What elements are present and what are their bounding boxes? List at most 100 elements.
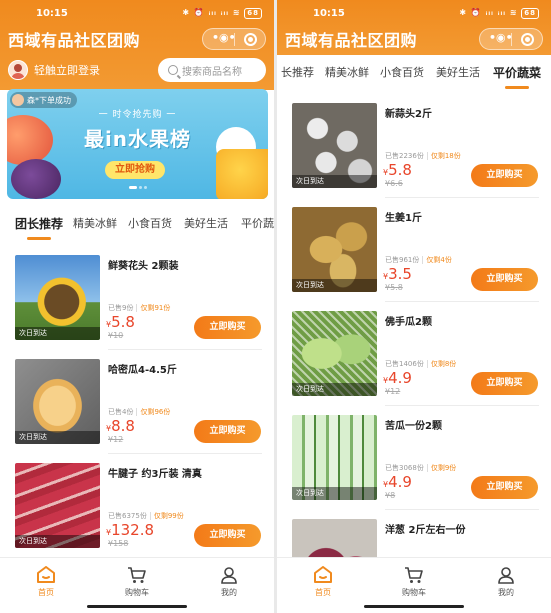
remaining-count: 仅剩4份	[422, 256, 452, 264]
close-miniprogram-icon[interactable]	[521, 33, 534, 46]
remaining-count: 仅剩8份	[426, 360, 457, 368]
original-price: ¥12	[108, 435, 124, 444]
original-price: ¥158	[108, 539, 129, 548]
product-item[interactable]: 次日到达 牛腱子 约3斤装 清真 已售6375份 仅剩99份 ¥132.8 ¥15…	[0, 454, 274, 558]
miniprogram-capsule[interactable]: •◉•	[202, 28, 266, 50]
buy-now-button[interactable]: 立即购买	[471, 372, 538, 395]
original-price: ¥6.6	[385, 179, 403, 188]
order-toast: 森*下单成功	[10, 92, 77, 108]
app-title: 西域有品社区团购	[8, 31, 141, 50]
battery-icon: 68	[244, 8, 262, 19]
more-menu-icon[interactable]: •◉•	[212, 31, 236, 44]
product-item[interactable]: 次日到达 佛手瓜2颗 已售1406份 仅剩8份 ¥4.9 ¥12 立即购买	[277, 302, 551, 406]
product-name: 生姜1斤	[385, 213, 422, 224]
delivery-badge: 次日到达	[292, 279, 377, 292]
sales-info: 已售3068份 仅剩9份	[385, 463, 457, 473]
more-menu-icon[interactable]: •◉•	[489, 31, 513, 44]
close-miniprogram-icon[interactable]	[244, 33, 257, 46]
nav-home[interactable]: 首页	[16, 566, 76, 598]
sales-info: 已售6375份 仅剩99份	[108, 511, 184, 521]
sold-count: 已售2236份	[385, 152, 424, 160]
user-icon	[498, 567, 514, 584]
app-title: 西域有品社区团购	[285, 31, 418, 50]
tab-vegetables[interactable]: 平价蔬菜	[493, 61, 541, 89]
avatar	[8, 60, 28, 80]
miniprogram-capsule[interactable]: •◉•	[479, 28, 543, 50]
remaining-count: 仅剩9份	[426, 464, 457, 472]
price: ¥5.8	[383, 161, 412, 179]
nav-cart[interactable]: 购物车	[107, 566, 167, 598]
buy-now-button[interactable]: 立即购买	[471, 164, 538, 187]
capsule-divider	[234, 33, 235, 46]
price: ¥8.8	[106, 417, 135, 435]
user-icon	[221, 567, 237, 584]
tab-recommended[interactable]: 团长推荐	[15, 212, 63, 240]
product-image[interactable]: 次日到达	[15, 359, 100, 444]
nav-cart[interactable]: 购物车	[384, 566, 444, 598]
tab-recommended[interactable]: 长推荐	[281, 61, 314, 89]
price-value: 5.8	[388, 161, 412, 179]
buy-now-button[interactable]: 立即购买	[471, 476, 538, 499]
product-name: 哈密瓜4-4.5斤	[108, 365, 177, 376]
home-icon	[37, 566, 55, 583]
price-value: 4.9	[388, 369, 412, 387]
nav-mine[interactable]: 我的	[476, 566, 536, 598]
product-item[interactable]: 次日到达 生姜1斤 已售961份 仅剩4份 ¥3.5 ¥5.8 立即购买	[277, 198, 551, 302]
product-image[interactable]: 次日到达	[292, 415, 377, 500]
buy-now-button[interactable]: 立即购买	[194, 524, 261, 547]
nav-home[interactable]: 首页	[293, 566, 353, 598]
tab-fresh[interactable]: 精美冰鲜	[73, 212, 117, 240]
product-image[interactable]: 次日到达	[292, 103, 377, 188]
original-price: ¥12	[385, 387, 401, 396]
header-bar: 10:15 ✱ ⏰ ᵢₗₗ ᵢₗₗ ≋ 68 西域有品社区团购 •◉•	[277, 0, 551, 55]
remaining-count: 仅剩96份	[136, 408, 171, 416]
nav-mine-label: 我的	[498, 588, 514, 597]
delivery-badge: 次日到达	[15, 535, 100, 548]
toast-avatar	[12, 94, 24, 106]
status-time: 10:15	[313, 8, 345, 19]
tab-vegetables[interactable]: 平价蔬	[241, 212, 274, 240]
promo-banner[interactable]: 森*下单成功 一 时令抢先购 一 最in水果榜 立即抢购	[7, 89, 268, 199]
header-bar: 10:15 ✱ ⏰ ᵢₗₗ ᵢₗₗ ≋ 68 西域有品社区团购 •◉• 轻触立即…	[0, 0, 274, 90]
status-bar: 10:15 ✱ ⏰ ᵢₗₗ ᵢₗₗ ≋ 68	[0, 6, 274, 22]
price-value: 4.9	[388, 473, 412, 491]
buy-now-button[interactable]: 立即购买	[194, 316, 261, 339]
buy-now-button[interactable]: 立即购买	[194, 420, 261, 443]
tab-snacks[interactable]: 小食百货	[128, 212, 172, 240]
product-image[interactable]: 次日到达	[292, 311, 377, 396]
tab-life[interactable]: 美好生活	[184, 212, 228, 240]
product-image[interactable]: 次日到达	[292, 207, 377, 292]
tab-fresh[interactable]: 精美冰鲜	[325, 61, 369, 89]
search-input[interactable]: 搜索商品名称	[158, 58, 266, 82]
product-image[interactable]: 次日到达	[15, 255, 100, 340]
remaining-count: 仅剩18份	[426, 152, 461, 160]
sold-count: 已售4份	[108, 408, 134, 416]
product-name: 鲜葵花头 2颗装	[108, 261, 179, 272]
status-time: 10:15	[36, 8, 68, 19]
product-item[interactable]: 次日到达 新蒜头2斤 已售2236份 仅剩18份 ¥5.8 ¥6.6 立即购买	[277, 94, 551, 198]
status-icons: ✱ ⏰ ᵢₗₗ ᵢₗₗ ≋ 68	[182, 8, 262, 19]
capsule-divider	[511, 33, 512, 46]
delivery-badge: 次日到达	[292, 175, 377, 188]
buy-now-button[interactable]: 立即购买	[471, 268, 538, 291]
sold-count: 已售961份	[385, 256, 420, 264]
product-item[interactable]: 次日到达 哈密瓜4-4.5斤 已售4份 仅剩96份 ¥8.8 ¥12 立即购买	[0, 350, 274, 454]
sales-info: 已售1406份 仅剩8份	[385, 359, 457, 369]
product-image[interactable]: 次日到达	[15, 463, 100, 548]
nav-mine[interactable]: 我的	[199, 566, 259, 598]
phone-screen-home: 10:15 ✱ ⏰ ᵢₗₗ ᵢₗₗ ≋ 68 西域有品社区团购 •◉• 轻触立即…	[0, 0, 274, 613]
carousel-indicator	[7, 174, 268, 193]
remaining-count: 仅剩99份	[149, 512, 184, 520]
price: ¥132.8	[106, 521, 154, 539]
login-link[interactable]: 轻触立即登录	[8, 59, 100, 81]
product-name: 佛手瓜2颗	[385, 317, 432, 328]
home-indicator	[364, 605, 464, 608]
product-item[interactable]: 次日到达 苦瓜一份2颗 已售3068份 仅剩9份 ¥4.9 ¥8 立即购买	[277, 406, 551, 510]
price: ¥4.9	[383, 473, 412, 491]
sales-info: 已售4份 仅剩96份	[108, 407, 171, 417]
tab-snacks[interactable]: 小食百货	[380, 61, 424, 89]
product-item[interactable]: 次日到达 鲜葵花头 2颗装 已售9份 仅剩91份 ¥5.8 ¥10 立即购买	[0, 246, 274, 350]
tab-life[interactable]: 美好生活	[436, 61, 480, 89]
nav-cart-label: 购物车	[125, 588, 149, 597]
status-bar: 10:15 ✱ ⏰ ᵢₗₗ ᵢₗₗ ≋ 68	[277, 6, 551, 22]
